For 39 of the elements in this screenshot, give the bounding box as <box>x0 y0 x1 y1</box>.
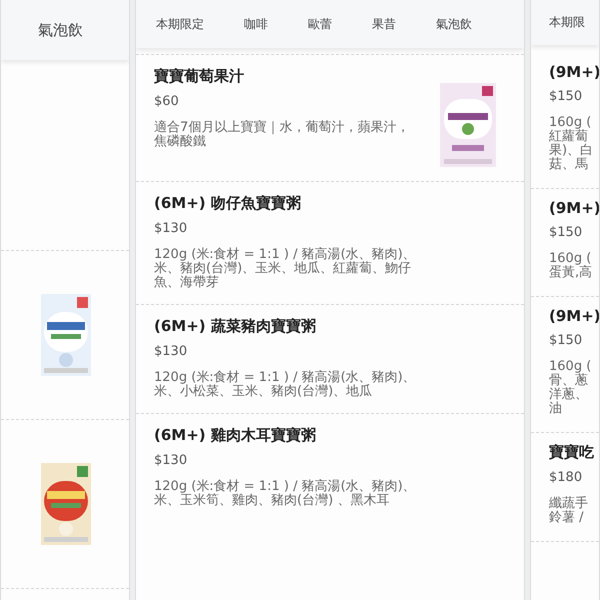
item-price: $60 <box>154 94 180 109</box>
category-tab[interactable]: 氣泡飲 <box>38 20 83 40</box>
category-tab[interactable]: 本期限定 <box>156 16 204 32</box>
item-price: $180 <box>549 470 584 486</box>
item-description: 120g (米:食材 = 1:1 ) / 豬高湯(水、豬肉)、米、玉米筍、雞肉、豬肉(台灣) 、黑木耳 <box>154 480 416 508</box>
item-title: (6M+) 雞肉木耳寶寶粥 <box>154 426 317 446</box>
item-price: $150 <box>549 333 584 348</box>
item-description: 骨、蔥 <box>549 374 589 388</box>
item-description: 菇、馬 <box>549 158 589 172</box>
item-description: 160g ( <box>549 116 592 130</box>
item-description: 纖蔬手 <box>549 497 589 512</box>
item-price: $130 <box>154 453 188 468</box>
item-description: 160g ( <box>549 252 592 266</box>
item-description: 120g (米:食材 = 1:1 ) / 豬高湯(水、豬肉)、米、豬肉(台灣)、玉米、地瓜、紅蘿蔔、魩仔魚、海帶芽 <box>154 248 416 290</box>
item-price: $150 <box>549 225 584 240</box>
item-description: 蛋黃,高 <box>549 266 594 280</box>
item-description: 洋蔥、 <box>549 388 589 402</box>
item-description: 紅蘿蔔 <box>549 130 588 144</box>
category-tab[interactable]: 咖啡 <box>244 16 268 32</box>
item-price: $130 <box>154 344 188 360</box>
item-title: 寶寶葡萄果汁 <box>154 67 245 86</box>
category-tab[interactable]: 本期限 <box>549 14 585 31</box>
item-price: $130 <box>154 221 188 236</box>
item-description: 160g ( <box>549 360 592 374</box>
category-tab[interactable]: 氣泡飲 <box>436 16 472 32</box>
item-title: (9M+) <box>549 63 599 81</box>
category-tab[interactable]: 歐蕾 <box>308 16 332 32</box>
item-description: 120g (米:食材 = 1:1 ) / 豬高湯(水、豬肉)、米、小松菜、玉米、豬肉(台灣)、地瓜 <box>154 371 416 400</box>
item-description: 適合7個月以上寶寶｜水，葡萄汁，蘋果汁，焦磷酸鐵 <box>154 121 410 150</box>
item-title: (9M+) <box>549 307 599 326</box>
item-price: $150 <box>549 89 584 104</box>
item-title: (6M+) 吻仔魚寶寶粥 <box>154 194 302 213</box>
item-description: 油 <box>549 402 563 416</box>
item-description: 鈴薯 / <box>549 511 585 526</box>
item-title: (9M+) <box>549 199 599 218</box>
item-description: 果)、白 <box>549 144 594 158</box>
item-title: 寶寶吃 <box>549 443 595 462</box>
item-title: (6M+) 蔬菜豬肉寶寶粥 <box>154 317 317 336</box>
category-tab[interactable]: 果昔 <box>372 16 396 32</box>
